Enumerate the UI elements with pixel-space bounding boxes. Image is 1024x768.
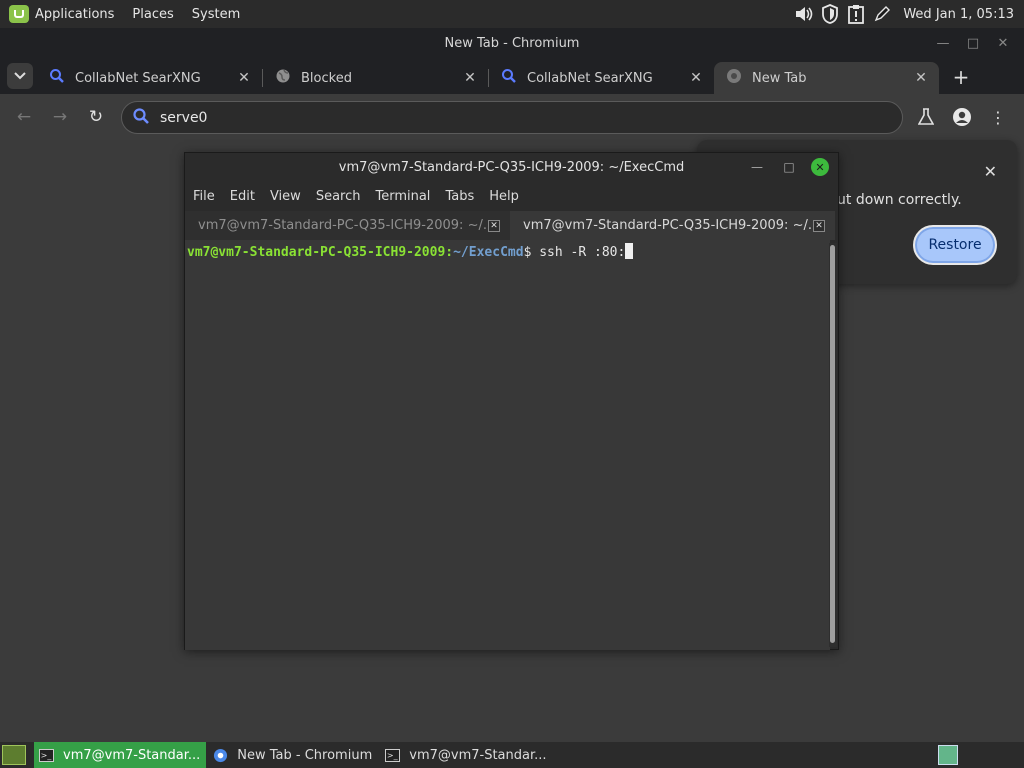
tab-title: New Tab xyxy=(752,70,807,86)
prompt-path: ~/ExecCmd xyxy=(453,245,524,260)
top-panel: Applications Places System Wed Jan 1, 05… xyxy=(0,0,1024,28)
close-button[interactable]: ✕ xyxy=(988,28,1018,58)
text-cursor xyxy=(625,243,634,259)
tab-close-button[interactable]: ✕ xyxy=(913,70,929,86)
tab-search-button[interactable] xyxy=(7,63,33,89)
terminal-tab[interactable]: vm7@vm7-Standard-PC-Q35-ICH9-2009: ~/...… xyxy=(185,211,510,240)
workspace-switcher-icon[interactable] xyxy=(938,745,958,765)
pen-icon[interactable] xyxy=(871,3,893,25)
tab-strip: CollabNet SearXNG ✕ Blocked ✕ CollabNet … xyxy=(0,58,1024,94)
tab-title: Blocked xyxy=(301,70,352,86)
prompt-line: vm7@vm7-Standard-PC-Q35-ICH9-2009:~/Exec… xyxy=(187,243,830,260)
maximize-button[interactable]: □ xyxy=(773,157,805,177)
menu-help[interactable]: Help xyxy=(489,189,519,204)
tab-close-button[interactable]: ✕ xyxy=(688,70,704,86)
terminal-tab-active[interactable]: vm7@vm7-Standard-PC-Q35-ICH9-2009: ~/...… xyxy=(510,211,835,240)
omnibox[interactable]: serve0 xyxy=(121,101,903,134)
menu-applications[interactable]: Applications xyxy=(35,7,114,22)
browser-tab[interactable]: CollabNet SearXNG ✕ xyxy=(37,62,262,94)
search-icon xyxy=(501,68,517,88)
menu-file[interactable]: File xyxy=(193,189,215,204)
close-icon[interactable]: ✕ xyxy=(984,162,997,181)
terminal-tab-label: vm7@vm7-Standard-PC-Q35-ICH9-2009: ~/... xyxy=(523,218,813,233)
profile-icon[interactable] xyxy=(944,99,980,135)
close-icon[interactable]: ✕ xyxy=(488,219,500,232)
terminal-icon: >_ xyxy=(38,748,54,762)
restore-message: ut down correctly. xyxy=(837,192,962,208)
shield-icon[interactable] xyxy=(819,3,841,25)
close-button[interactable]: ✕ xyxy=(811,158,829,176)
clock[interactable]: Wed Jan 1, 05:13 xyxy=(903,7,1014,22)
tab-title: CollabNet SearXNG xyxy=(75,70,201,86)
scrollbar-thumb[interactable] xyxy=(830,245,835,643)
menu-view[interactable]: View xyxy=(270,189,301,204)
menu-places[interactable]: Places xyxy=(132,7,173,22)
restore-button[interactable]: Restore xyxy=(913,225,997,265)
menu-system[interactable]: System xyxy=(192,7,240,22)
menu-edit[interactable]: Edit xyxy=(230,189,255,204)
menu-tabs[interactable]: Tabs xyxy=(445,189,474,204)
tab-close-button[interactable]: ✕ xyxy=(462,70,478,86)
prompt-user: vm7@vm7-Standard-PC-Q35-ICH9-2009 xyxy=(187,245,446,260)
tab-close-button[interactable]: ✕ xyxy=(236,70,252,86)
terminal-title-bar[interactable]: vm7@vm7-Standard-PC-Q35-ICH9-2009: ~/Exe… xyxy=(185,153,838,182)
search-icon xyxy=(49,68,65,88)
forward-button[interactable]: → xyxy=(42,99,78,135)
browser-window-title: New Tab - Chromium xyxy=(444,35,580,51)
taskbar: >_ vm7@vm7-Standar... New Tab - Chromium… xyxy=(0,742,1024,768)
terminal-output[interactable]: vm7@vm7-Standard-PC-Q35-ICH9-2009:~/Exec… xyxy=(185,240,830,650)
chromium-icon xyxy=(212,748,228,762)
tab-title: CollabNet SearXNG xyxy=(527,70,653,86)
taskbar-item-terminal[interactable]: >_ vm7@vm7-Standar... xyxy=(380,742,552,768)
taskbar-item-terminal[interactable]: >_ vm7@vm7-Standar... xyxy=(34,742,207,768)
minimize-button[interactable]: — xyxy=(741,157,773,177)
scrollbar[interactable] xyxy=(829,243,837,647)
omnibox-text[interactable]: serve0 xyxy=(160,110,207,126)
terminal-tabs: vm7@vm7-Standard-PC-Q35-ICH9-2009: ~/...… xyxy=(185,211,838,240)
chromium-icon xyxy=(726,68,742,88)
search-icon xyxy=(132,107,150,129)
terminal-title: vm7@vm7-Standard-PC-Q35-ICH9-2009: ~/Exe… xyxy=(338,160,685,175)
close-icon[interactable]: ✕ xyxy=(813,219,825,232)
taskbar-item-chromium[interactable]: New Tab - Chromium xyxy=(208,742,378,768)
new-tab-button[interactable]: + xyxy=(947,63,975,91)
browser-toolbar: ← → ↻ serve0 ⋮ xyxy=(0,94,1024,140)
menu-search[interactable]: Search xyxy=(316,189,361,204)
system-tray: Wed Jan 1, 05:13 xyxy=(791,0,1024,28)
terminal-window: vm7@vm7-Standard-PC-Q35-ICH9-2009: ~/Exe… xyxy=(184,152,839,650)
command-text: ssh -R :80: xyxy=(539,245,626,260)
terminal-menubar: File Edit View Search Terminal Tabs Help xyxy=(185,182,838,211)
reload-button[interactable]: ↻ xyxy=(78,99,114,135)
task-label: vm7@vm7-Standar... xyxy=(63,747,201,763)
browser-title-bar[interactable]: New Tab - Chromium — □ ✕ xyxy=(0,28,1024,58)
back-button[interactable]: ← xyxy=(6,99,42,135)
task-label: vm7@vm7-Standar... xyxy=(409,747,547,763)
browser-tab[interactable]: Blocked ✕ xyxy=(263,62,488,94)
labs-flask-icon[interactable] xyxy=(908,99,944,135)
kebab-menu-icon[interactable]: ⋮ xyxy=(980,99,1016,135)
menu-terminal[interactable]: Terminal xyxy=(375,189,430,204)
volume-icon[interactable] xyxy=(793,3,815,25)
clipboard-alert-icon[interactable] xyxy=(845,3,867,25)
maximize-button[interactable]: □ xyxy=(958,28,988,58)
terminal-icon: >_ xyxy=(384,748,400,762)
terminal-tab-label: vm7@vm7-Standard-PC-Q35-ICH9-2009: ~/... xyxy=(198,218,488,233)
mint-menu-icon[interactable] xyxy=(9,5,29,23)
browser-tab[interactable]: CollabNet SearXNG ✕ xyxy=(489,62,714,94)
browser-tab-active[interactable]: New Tab ✕ xyxy=(714,62,939,94)
task-label: New Tab - Chromium xyxy=(237,747,373,763)
prompt-separator: : xyxy=(445,245,454,260)
prompt-symbol: $ xyxy=(523,245,540,260)
show-desktop-button[interactable] xyxy=(2,745,26,765)
minimize-button[interactable]: — xyxy=(928,28,958,58)
globe-icon xyxy=(275,68,291,88)
